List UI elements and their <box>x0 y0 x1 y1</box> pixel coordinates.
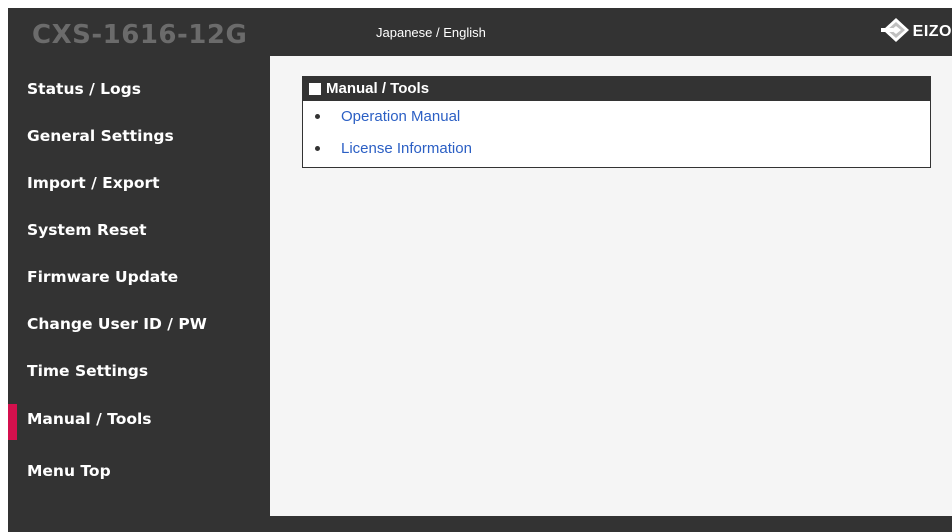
sidebar-item-general-settings[interactable]: General Settings <box>8 115 270 155</box>
sidebar-item-firmware-update[interactable]: Firmware Update <box>8 256 270 296</box>
active-indicator <box>8 404 17 440</box>
sidebar-item-label: Time Settings <box>27 362 149 380</box>
sidebar-item-manual-tools[interactable]: Manual / Tools <box>8 404 270 444</box>
list-item: License Information <box>303 135 930 165</box>
main-content: Manual / Tools Operation Manual License … <box>270 56 952 516</box>
logo-text: EIZO <box>912 23 952 40</box>
sidebar-item-label: Change User ID / PW <box>27 315 207 333</box>
sidebar-item-label: Import / Export <box>27 174 160 192</box>
language-switch[interactable]: Japanese / English <box>376 25 486 41</box>
square-icon <box>309 83 321 95</box>
bullet-icon <box>315 114 320 119</box>
sidebar-item-menu-top[interactable]: Menu Top <box>8 450 270 490</box>
list-item: Operation Manual <box>303 103 930 133</box>
sidebar-item-label: Menu Top <box>27 462 111 480</box>
sidebar-item-time-settings[interactable]: Time Settings <box>8 350 270 390</box>
sidebar-item-status-logs[interactable]: Status / Logs <box>8 68 270 108</box>
panel-header: Manual / Tools <box>303 77 930 101</box>
device-name: CXS-1616-12G <box>32 20 248 50</box>
sidebar-item-label: General Settings <box>27 127 174 145</box>
operation-manual-link[interactable]: Operation Manual <box>341 108 460 126</box>
sidebar-item-label: Manual / Tools <box>27 410 152 428</box>
sidebar: Status / Logs General Settings Import / … <box>8 56 270 532</box>
bullet-icon <box>315 146 320 151</box>
panel-title: Manual / Tools <box>326 80 430 97</box>
eizo-diamond-icon <box>880 17 911 48</box>
eizo-logo: EIZO <box>880 17 952 48</box>
sidebar-item-label: System Reset <box>27 221 147 239</box>
license-information-link[interactable]: License Information <box>341 140 472 158</box>
app-frame: CXS-1616-12G Japanese / English EIZO Sta… <box>8 8 952 532</box>
sidebar-item-system-reset[interactable]: System Reset <box>8 209 270 249</box>
header: CXS-1616-12G Japanese / English EIZO <box>8 8 952 56</box>
sidebar-item-change-user-id-pw[interactable]: Change User ID / PW <box>8 303 270 343</box>
sidebar-item-import-export[interactable]: Import / Export <box>8 162 270 202</box>
sidebar-item-label: Firmware Update <box>27 268 179 286</box>
sidebar-item-label: Status / Logs <box>27 80 142 98</box>
manual-tools-panel: Manual / Tools Operation Manual License … <box>302 76 931 168</box>
